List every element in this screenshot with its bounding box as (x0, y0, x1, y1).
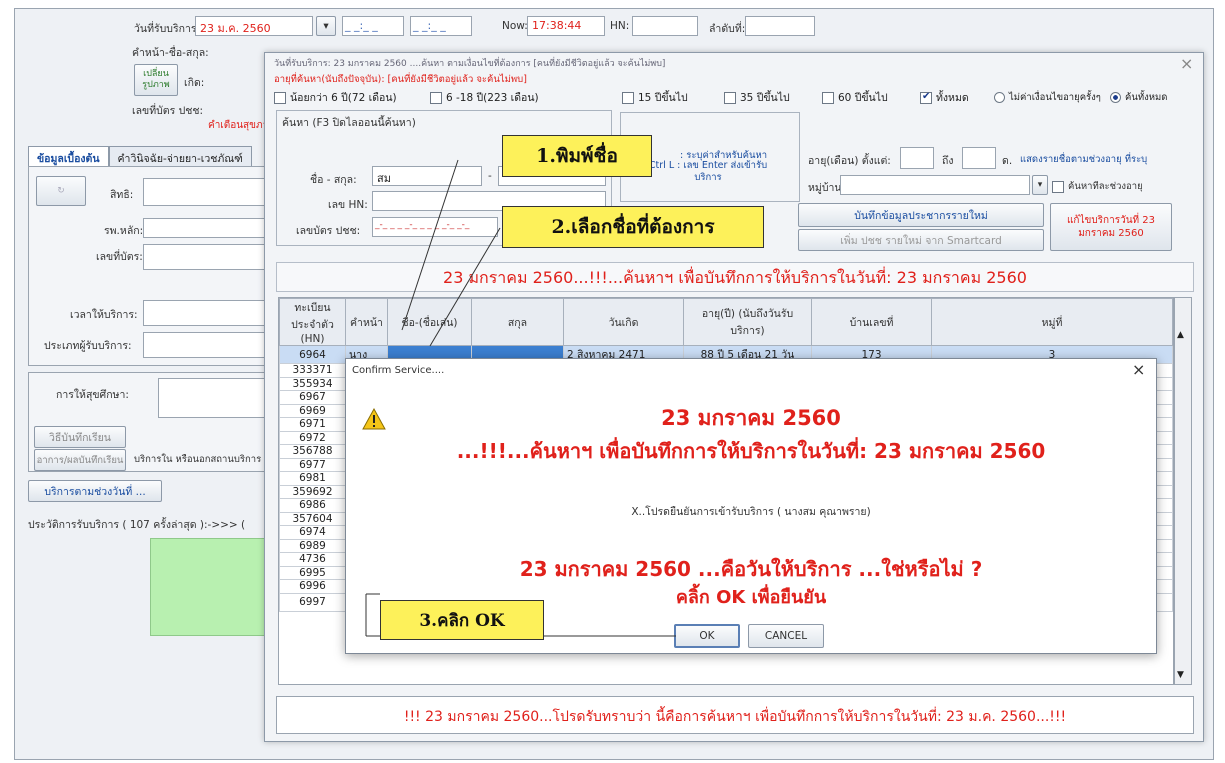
step1-note: 1.พิมพ์ชื่อ (502, 135, 652, 177)
step3-note: 3.คลิก OK (380, 600, 544, 640)
annotation-lines (365, 159, 676, 637)
step2-note: 2.เลือกชื่อที่ต้องการ (502, 206, 764, 248)
